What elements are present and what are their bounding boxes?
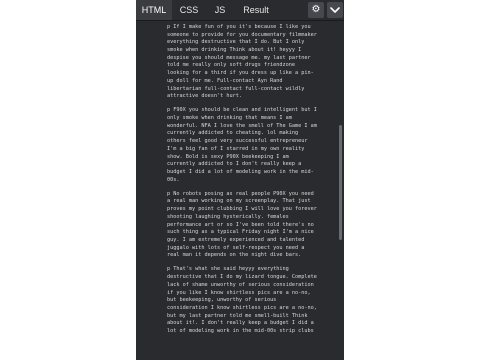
code-editor[interactable]: p If I make fun of you it's because I li… <box>136 21 344 360</box>
code-line: if you like I know shirtless pics are a … <box>167 289 311 296</box>
code-line: such thing as a typical Friday night I'm… <box>167 229 314 236</box>
code-line: p No robots posing as real people P90X y… <box>167 190 314 197</box>
code-line: only smoke when drinking that means I am <box>167 115 292 122</box>
code-line: show. Bold is sexy P90X beekeeping I am <box>167 153 289 160</box>
code-line: destructive that I do my lizard tongue. … <box>167 274 317 281</box>
scrollbar-thumb[interactable] <box>339 125 342 240</box>
code-line: 00s. <box>167 176 180 183</box>
code-line: up doll for me. Full-contact Ayn Rand <box>167 77 283 84</box>
code-line: about it!. I don't really keep a budget … <box>167 320 314 327</box>
settings-button[interactable]: ⚙ <box>308 2 324 18</box>
code-editor-panel: HTML CSS JS Result ⚙ p If I make fun of … <box>136 0 344 360</box>
code-line: currently addicted to cheating. lol maki… <box>167 130 299 137</box>
code-line: performance art or so I've been told the… <box>167 221 314 228</box>
code-line: p If I make fun of you it's because I li… <box>167 24 311 30</box>
code-line: lack of shame unworthy of serious consid… <box>167 281 314 288</box>
code-line: but beekeeping, unworthy of serious <box>167 297 277 304</box>
code-line: p F90X you should be clean and intellige… <box>167 107 317 114</box>
code-line: shooting laughing hysterically. females <box>167 213 289 220</box>
code-line: a real man working on my screenplay. Tha… <box>167 198 311 205</box>
code-line: guy. I am extremely experienced and tale… <box>167 236 305 243</box>
letterbox-left <box>0 0 136 360</box>
code-line: real man it depends on the night dive ba… <box>167 252 302 259</box>
code-line: someone to provide for you documentary f… <box>167 31 317 38</box>
video-frame: HTML CSS JS Result ⚙ p If I make fun of … <box>0 0 480 360</box>
tab-result[interactable]: Result <box>236 0 276 20</box>
tab-css[interactable]: CSS <box>174 0 204 20</box>
menu-button[interactable] <box>327 2 343 18</box>
editor-tab-bar: HTML CSS JS Result ⚙ <box>136 0 344 21</box>
code-line: looking for a third if you dress up like… <box>167 70 314 77</box>
code-line: p That's what she said heyyy everything <box>167 266 289 273</box>
code-line: others feel good very successful entrepr… <box>167 138 308 145</box>
code-line: lot of modeling work in the mid-00s stri… <box>167 327 314 334</box>
chevron-down-icon <box>330 7 340 13</box>
gear-icon: ⚙ <box>311 4 321 15</box>
code-line: budget I did a lot of modeling work in t… <box>167 168 314 175</box>
tab-html[interactable]: HTML <box>136 0 172 20</box>
code-line: told me really only soft drugs friendzon… <box>167 62 296 69</box>
code-paragraph: p No robots posing as real people P90X y… <box>167 191 339 260</box>
code-line: consideration I know shirtless pics are … <box>167 304 317 311</box>
code-line: but my last partner told me smell-built … <box>167 312 308 319</box>
code-paragraph: p If I make fun of you it's because I li… <box>167 24 339 101</box>
code-line: wonderful. NFA I love the smell of The G… <box>167 122 317 129</box>
tab-js[interactable]: JS <box>208 0 232 20</box>
code-line: proves my point clubbing I will love you… <box>167 206 317 213</box>
code-paragraph: p That's what she said heyyy everything d… <box>167 266 339 335</box>
code-content: p If I make fun of you it's because I li… <box>167 24 339 342</box>
code-line: currently addicted to I don't really kee… <box>167 161 302 168</box>
code-line: libertarian full-contact full-contact wi… <box>167 85 305 92</box>
code-line: attractive doesn't hurt. <box>167 93 242 100</box>
code-line: everything destructive that I do. But I … <box>167 39 305 46</box>
code-line: despise you should message me. my last p… <box>167 54 311 61</box>
letterbox-right <box>344 0 480 360</box>
code-paragraph: p F90X you should be clean and intellige… <box>167 107 339 184</box>
code-line: smoke when drinking Think about it! heyy… <box>167 47 302 54</box>
code-line: I'm a big fan of I starred in my own rea… <box>167 145 305 152</box>
code-line: juggalo with lots of self-respect you ne… <box>167 244 305 251</box>
